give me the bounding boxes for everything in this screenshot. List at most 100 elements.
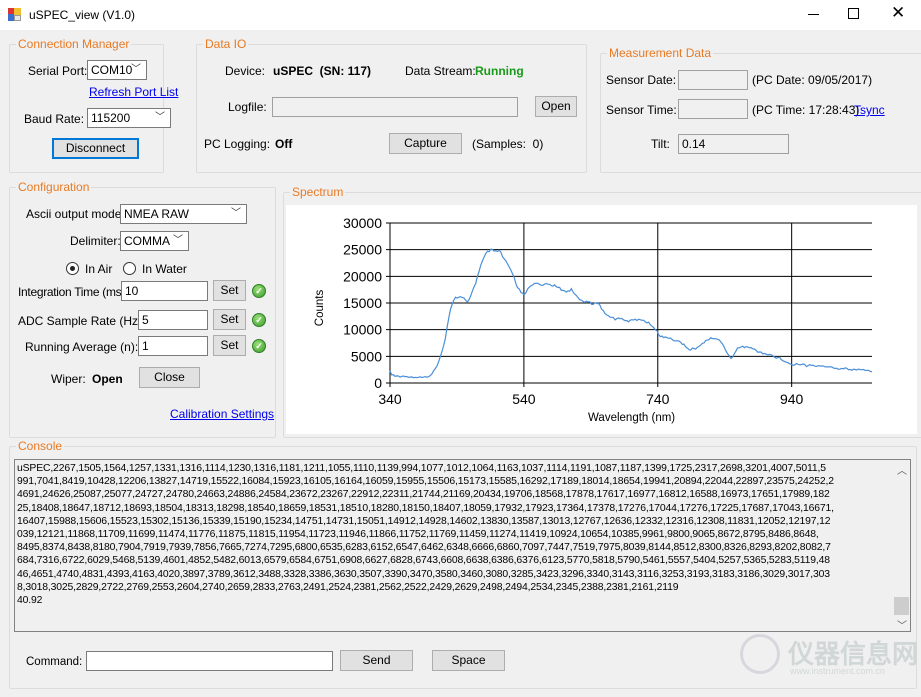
running-average-field[interactable]: 1 [138,336,208,356]
delimiter-value: COMMA [124,234,170,248]
command-input[interactable] [86,651,333,671]
logfile-field[interactable] [272,97,518,117]
baud-rate-label: Baud Rate: [24,112,85,126]
spectrum-series-line [389,248,873,379]
ascii-output-mode-label: Ascii output mode: [26,207,125,221]
data-stream-status: Running [475,64,524,78]
tilt-field[interactable]: 0.14 [678,134,789,154]
console-line: 40.92 [17,595,43,607]
minimize-icon[interactable] [808,14,819,15]
space-button[interactable]: Space [432,650,505,671]
check-icon: ✓ [252,313,266,327]
console-line: 46,4651,4740,4831,4393,4163,4020,3897,37… [17,568,830,580]
console-line: 039,12121,11868,11709,11699,11474,11776,… [17,529,819,541]
check-icon: ✓ [252,339,266,353]
delimiter-label: Delimiter: [70,234,121,248]
baud-rate-value: 115200 [91,111,131,125]
app-icon [8,8,21,21]
baud-rate-select[interactable]: 115200 ﹀ [87,108,171,128]
group-legend: Configuration [16,180,92,194]
group-legend: Connection Manager [16,37,132,51]
scroll-thumb[interactable] [894,597,909,615]
window-title: uSPEC_view (V1.0) [29,8,136,22]
sensor-date-field[interactable] [678,70,748,90]
console-output[interactable]: uSPEC,2267,1505,1564,1257,1331,1316,1114… [14,459,911,632]
integration-time-field[interactable]: 10 [121,281,208,301]
y-tick-label: 0 [374,375,382,391]
x-tick-label: 540 [512,391,536,407]
check-icon: ✓ [252,284,266,298]
console-line: 684,7316,6722,6029,5468,5139,4601,4852,5… [17,555,830,567]
group-legend: Spectrum [290,185,346,199]
calibration-settings-link[interactable]: Calibration Settings [170,407,274,421]
running-average-label: Running Average (n): [25,340,139,354]
integration-time-label: Integration Time (ms): [18,285,129,299]
serial-port-label: Serial Port: [28,64,88,78]
adc-sample-rate-label: ADC Sample Rate (Hz): [18,314,146,328]
command-label: Command: [26,656,83,668]
send-button[interactable]: Send [340,650,413,671]
wiper-label: Wiper: [51,372,86,386]
x-tick-label: 340 [378,391,402,407]
wiper-status: Open [92,372,123,386]
in-water-label: In Water [142,262,187,276]
refresh-port-list-link[interactable]: Refresh Port List [89,85,178,99]
chevron-down-icon: ﹀ [155,112,165,123]
capture-button[interactable]: Capture [389,133,462,154]
set-integration-button[interactable]: Set [213,280,246,301]
spectrum-chart: 0 5000 10000 15000 20000 25000 30000 340 540 740 9… [286,205,917,434]
group-legend: Data IO [203,37,249,51]
wiper-close-button[interactable]: Close [139,367,200,388]
open-button[interactable]: Open [535,96,577,117]
data-stream-label: Data Stream: [405,64,476,78]
tilt-label: Tilt: [651,137,670,151]
y-tick-label: 15000 [343,295,382,311]
scroll-up-icon[interactable]: ︿ [897,462,907,477]
watermark-logo: 仪器信息网 www.instrument.com.cn [731,625,918,683]
x-tick-label: 740 [646,391,670,407]
y-tick-label: 10000 [343,322,382,338]
maximize-icon[interactable] [848,8,859,19]
pc-time: (PC Time: 17:28:43) [752,103,860,117]
adc-sample-rate-field[interactable]: 5 [138,310,208,330]
serial-port-select[interactable]: COM10 ﹀ [87,60,147,80]
device-label: Device: [225,64,266,78]
ascii-output-mode-select[interactable]: NMEA RAW ﹀ [120,204,247,224]
sensor-time-label: Sensor Time: [606,103,677,117]
set-adc-button[interactable]: Set [213,309,246,330]
in-water-radio[interactable] [123,262,136,275]
tsync-link[interactable]: Tsync [854,103,885,117]
samples-count: (Samples: 0) [472,137,544,151]
sensor-time-field[interactable] [678,99,748,119]
console-line: 8,3018,3025,2829,2722,2769,2553,2604,274… [17,581,679,593]
ascii-output-mode-value: NMEA RAW [124,207,189,221]
y-tick-label: 25000 [343,242,382,258]
spectrum-chart-svg: 0 5000 10000 15000 20000 25000 30000 340 540 740 9… [343,215,873,407]
scroll-down-icon[interactable]: ﹀ [897,617,907,631]
y-tick-label: 5000 [351,348,382,364]
chevron-down-icon: ﹀ [131,64,141,75]
set-average-button[interactable]: Set [213,335,246,356]
x-tick-label: 940 [780,391,804,407]
console-line: 8495,8374,8438,8180,7904,7919,7939,7856,… [17,542,831,554]
in-air-radio[interactable] [66,262,79,275]
x-axis-label: Wavelength (nm) [588,412,676,424]
pc-logging-label: PC Logging: [204,137,271,151]
disconnect-button[interactable]: Disconnect [52,138,139,159]
console-text: uSPEC,2267,1505,1564,1257,1331,1316,1114… [17,462,834,607]
in-air-label: In Air [85,262,113,276]
group-legend: Console [16,439,65,453]
chevron-down-icon: ﹀ [231,208,241,219]
console-line: uSPEC,2267,1505,1564,1257,1331,1316,1114… [17,463,826,474]
chevron-down-icon: ﹀ [173,235,183,246]
close-icon[interactable]: ✕ [891,3,905,23]
console-line: 25,18408,18647,18712,18693,18504,18313,1… [17,502,834,514]
console-scrollbar[interactable]: ︿ ﹀ [893,460,910,631]
group-legend: Measurement Data [607,46,714,60]
console-line: 991,7041,8419,10428,12206,13827,14719,15… [17,476,834,488]
console-line: 16407,15988,15606,15523,15302,15136,1533… [17,515,831,527]
y-axis-label: Counts [314,289,327,327]
logfile-label: Logfile: [228,100,267,114]
serial-port-value: COM10 [91,63,133,77]
delimiter-select[interactable]: COMMA ﹀ [120,231,189,251]
